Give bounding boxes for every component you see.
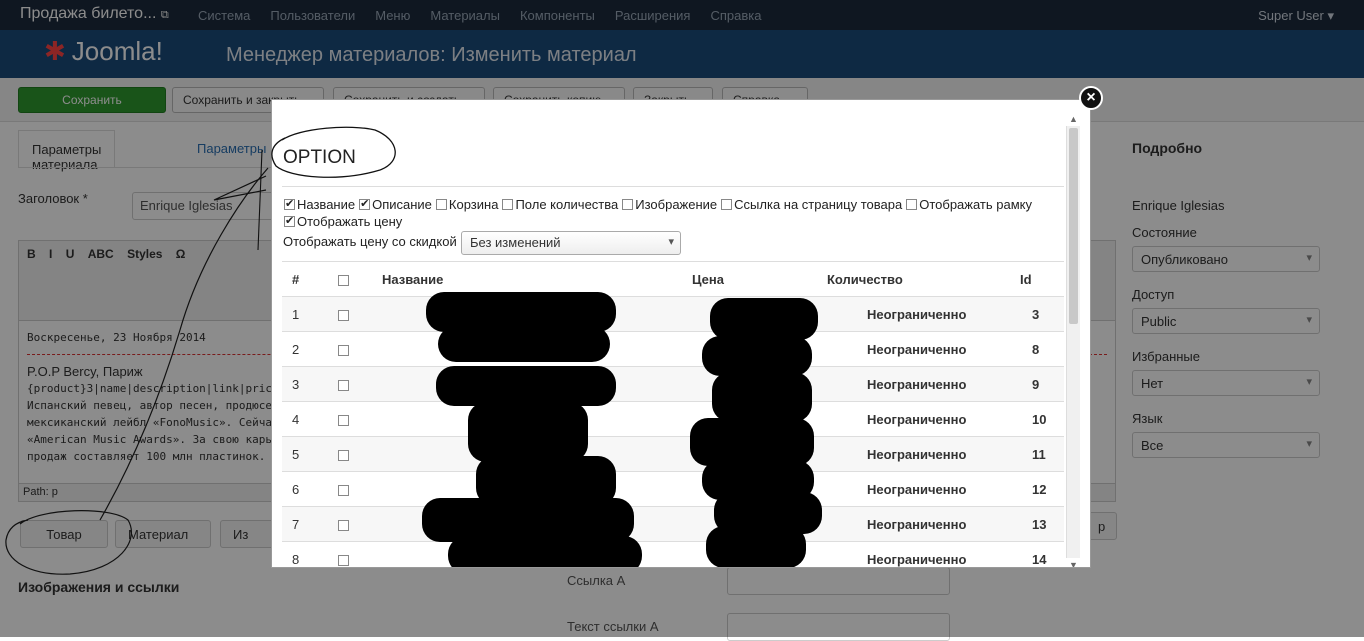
option-checkboxes-row2: Отображать цену xyxy=(284,214,402,229)
option-label: Изображение xyxy=(635,197,718,212)
col-select xyxy=(338,262,351,297)
row-qty: Неограниченно xyxy=(867,552,967,567)
redaction-mark xyxy=(712,372,812,422)
checkbox-icon[interactable] xyxy=(622,199,634,210)
col-price[interactable]: Цена xyxy=(692,262,724,297)
table-row[interactable]: 8 Неограниченно 14 xyxy=(282,541,1064,567)
row-checkbox[interactable] xyxy=(338,344,351,359)
row-id: 3 xyxy=(1032,307,1040,322)
row-num: 8 xyxy=(292,552,300,567)
table-row[interactable]: 2 Неограниченно 8 xyxy=(282,331,1064,366)
discount-select[interactable]: Без изменений xyxy=(461,231,681,255)
row-qty: Неограниченно xyxy=(867,307,967,322)
table-row[interactable]: 3 Неограниченно 9 xyxy=(282,366,1064,401)
row-num: 7 xyxy=(292,517,300,532)
modal-title: OPTION xyxy=(283,147,356,168)
discount-label: Отображать цену со скидкой xyxy=(283,234,457,249)
checkbox-icon[interactable] xyxy=(502,199,514,210)
option-modal: OPTION Название Описание Корзина Поле ко… xyxy=(271,99,1091,568)
row-id: 13 xyxy=(1032,517,1047,532)
row-num: 5 xyxy=(292,447,300,462)
option-label: Описание xyxy=(372,197,432,212)
row-checkbox[interactable] xyxy=(338,554,351,567)
redaction-mark xyxy=(702,336,812,376)
row-checkbox[interactable] xyxy=(338,414,351,429)
row-qty: Неограниченно xyxy=(867,377,967,392)
row-num: 3 xyxy=(292,377,300,392)
row-id: 12 xyxy=(1032,482,1047,497)
row-num: 1 xyxy=(292,307,300,322)
row-qty: Неограниченно xyxy=(867,482,967,497)
scroll-thumb[interactable] xyxy=(1069,128,1078,324)
col-num: # xyxy=(292,272,300,287)
row-id: 11 xyxy=(1032,447,1046,462)
option-label: Название xyxy=(297,197,356,212)
row-qty: Неограниченно xyxy=(867,517,967,532)
row-checkbox[interactable] xyxy=(338,484,351,499)
row-qty: Неограниченно xyxy=(867,447,967,462)
redaction-mark xyxy=(468,402,588,462)
scroll-up-icon[interactable]: ▲ xyxy=(1069,114,1078,124)
row-checkbox[interactable] xyxy=(338,449,351,464)
row-id: 8 xyxy=(1032,342,1040,357)
row-num: 4 xyxy=(292,412,300,427)
row-num: 2 xyxy=(292,342,300,357)
table-row[interactable]: 7 Неограниченно 13 xyxy=(282,506,1064,541)
redaction-mark xyxy=(710,298,818,340)
table-row[interactable]: 6 Неограниченно 12 xyxy=(282,471,1064,506)
row-id: 10 xyxy=(1032,412,1047,427)
table-row[interactable]: 4 Неограниченно 10 xyxy=(282,401,1064,436)
redaction-mark xyxy=(448,536,642,567)
redaction-mark xyxy=(706,526,806,567)
option-label: Отображать цену xyxy=(297,214,403,229)
modal-divider xyxy=(282,186,1064,187)
row-checkbox[interactable] xyxy=(338,309,351,324)
row-checkbox[interactable] xyxy=(338,379,351,394)
option-label: Поле количества xyxy=(515,197,619,212)
scroll-down-icon[interactable]: ▼ xyxy=(1069,560,1078,567)
row-id: 14 xyxy=(1032,552,1047,567)
redaction-mark xyxy=(436,366,616,406)
row-qty: Неограниченно xyxy=(867,412,967,427)
checkbox-icon[interactable] xyxy=(721,199,733,210)
checkbox-icon[interactable] xyxy=(359,197,371,210)
col-qty[interactable]: Количество xyxy=(827,262,903,297)
col-id[interactable]: Id xyxy=(1020,262,1032,297)
checkbox-icon[interactable] xyxy=(284,214,295,227)
option-label: Отображать рамку xyxy=(919,197,1032,212)
option-checkboxes: Название Описание Корзина Поле количеств… xyxy=(284,197,1032,212)
row-qty: Неограниченно xyxy=(867,342,967,357)
checkbox-icon[interactable] xyxy=(906,199,918,210)
row-checkbox[interactable] xyxy=(338,519,351,534)
option-label: Ссылка на страницу товара xyxy=(734,197,903,212)
close-icon[interactable]: × xyxy=(1079,86,1103,110)
option-label: Корзина xyxy=(448,197,499,212)
redaction-mark xyxy=(438,326,610,362)
checkbox-icon[interactable] xyxy=(284,197,295,210)
row-id: 9 xyxy=(1032,377,1040,392)
checkbox-icon[interactable] xyxy=(338,275,349,286)
modal-scrollbar[interactable]: ▲ ▼ xyxy=(1066,114,1080,567)
row-num: 6 xyxy=(292,482,300,497)
table-header: # Название Цена Количество Id xyxy=(282,261,1064,296)
redaction-mark xyxy=(690,418,814,466)
col-name[interactable]: Название xyxy=(382,262,443,297)
table-row[interactable]: 1 Неограниченно 3 xyxy=(282,296,1064,331)
table-row[interactable]: 5 Неограниченно 11 xyxy=(282,436,1064,471)
checkbox-icon[interactable] xyxy=(435,199,447,210)
